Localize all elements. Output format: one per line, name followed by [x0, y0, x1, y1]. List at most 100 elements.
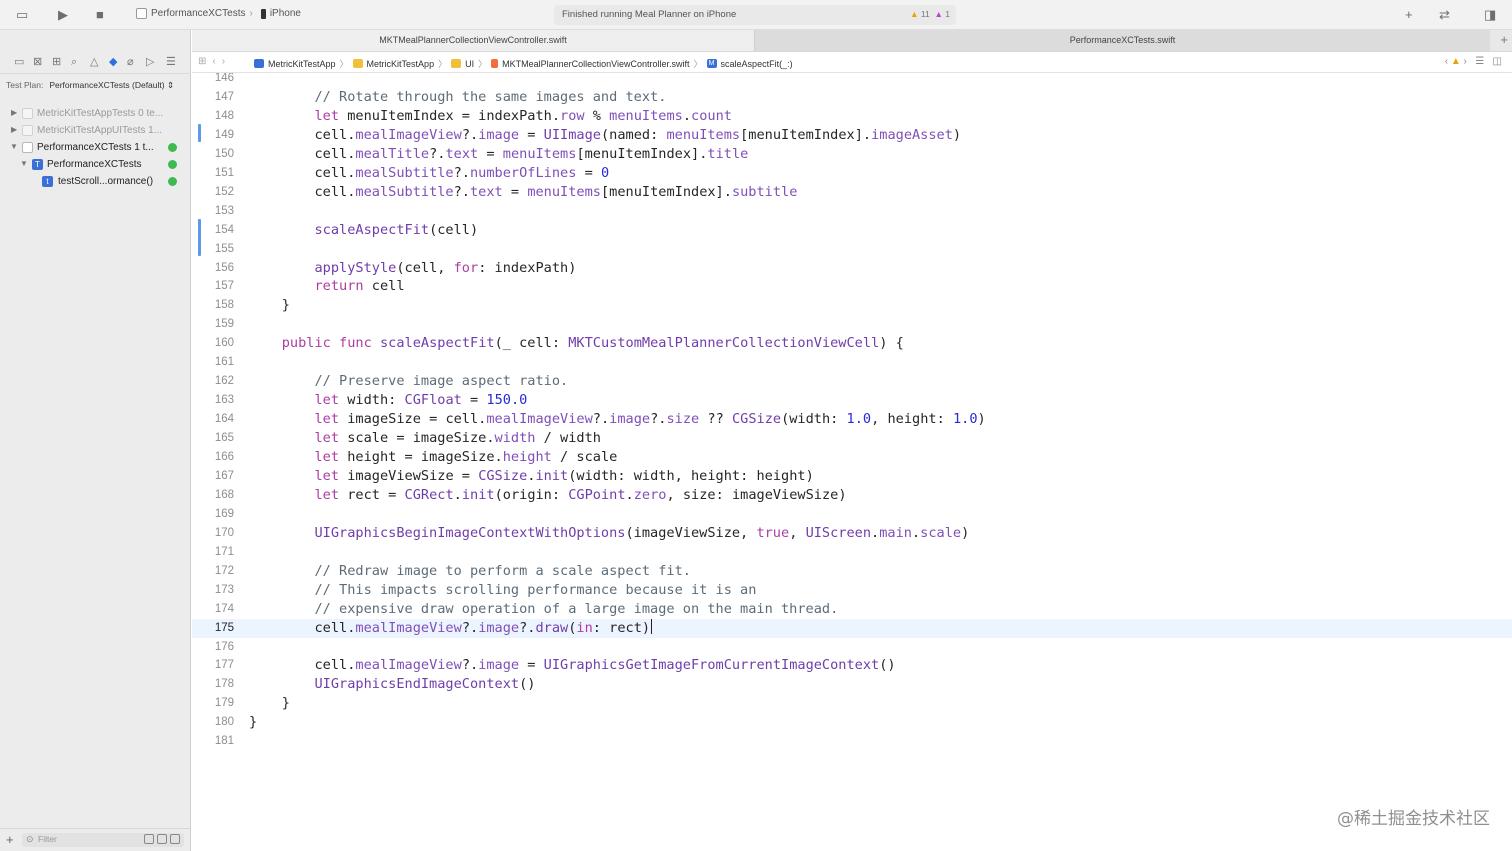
- line-number[interactable]: 155: [192, 240, 234, 259]
- line-number[interactable]: 168: [192, 486, 234, 505]
- breadcrumb-project[interactable]: MetricKitTestApp 〉: [254, 57, 353, 70]
- next-issue-icon[interactable]: ›: [1464, 56, 1467, 67]
- line-number[interactable]: 177: [192, 656, 234, 675]
- inspector-toggle-icon[interactable]: ◨: [1484, 7, 1496, 23]
- code-line[interactable]: 169: [192, 505, 1512, 524]
- line-number[interactable]: 169: [192, 505, 234, 524]
- line-number[interactable]: 153: [192, 202, 234, 221]
- code-line[interactable]: 147 // Rotate through the same images an…: [192, 88, 1512, 107]
- line-number[interactable]: 157: [192, 277, 234, 296]
- code-line[interactable]: 180}: [192, 713, 1512, 732]
- chevron-right-icon[interactable]: ▶: [11, 108, 17, 117]
- breadcrumb-group[interactable]: MetricKitTestApp 〉: [352, 57, 452, 70]
- code-line[interactable]: 181: [192, 732, 1512, 751]
- code-text[interactable]: cell.mealSubtitle?.text = menuItems[menu…: [249, 183, 797, 202]
- find-icon[interactable]: ⌕: [71, 56, 77, 68]
- line-number[interactable]: 159: [192, 315, 234, 334]
- test-plan-selector[interactable]: Test Plan: PerformanceXCTests (Default) ⇕: [6, 80, 174, 91]
- code-line[interactable]: 177 cell.mealImageView?.image = UIGraphi…: [192, 656, 1512, 675]
- source-control-icon[interactable]: ⊠: [33, 56, 42, 68]
- code-line[interactable]: 163 let width: CGFloat = 150.0: [192, 391, 1512, 410]
- line-number[interactable]: 173: [192, 581, 234, 600]
- line-number[interactable]: 154: [192, 221, 234, 240]
- line-number[interactable]: 151: [192, 164, 234, 183]
- line-number[interactable]: 171: [192, 543, 234, 562]
- chevron-down-icon[interactable]: ▼: [20, 159, 28, 168]
- line-number[interactable]: 150: [192, 145, 234, 164]
- code-line[interactable]: 149 cell.mealImageView?.image = UIImage(…: [192, 126, 1512, 145]
- source-editor[interactable]: I 146147 // Rotate through the same imag…: [192, 73, 1512, 851]
- add-editor-icon[interactable]: ◫: [1493, 56, 1502, 67]
- code-text[interactable]: cell.mealSubtitle?.numberOfLines = 0: [249, 164, 609, 183]
- code-text[interactable]: let imageViewSize = CGSize.init(width: w…: [249, 467, 813, 486]
- run-button-icon[interactable]: ▶: [58, 7, 68, 23]
- line-number[interactable]: 161: [192, 353, 234, 372]
- report-icon[interactable]: ☰: [166, 56, 176, 68]
- tab-mkt-controller[interactable]: MKTMealPlannerCollectionViewController.s…: [192, 30, 755, 51]
- code-text[interactable]: // This impacts scrolling performance be…: [249, 581, 756, 600]
- line-number[interactable]: 178: [192, 675, 234, 694]
- code-line[interactable]: 174 // expensive draw operation of a lar…: [192, 600, 1512, 619]
- scheme-selector[interactable]: PerformanceXCTests › iPhone: [136, 8, 301, 19]
- code-text[interactable]: }: [249, 296, 290, 315]
- debug-icon[interactable]: ⌀: [127, 56, 134, 68]
- code-text[interactable]: let rect = CGRect.init(origin: CGPoint.z…: [249, 486, 846, 505]
- line-number[interactable]: 146: [192, 73, 234, 88]
- code-text[interactable]: }: [249, 713, 257, 732]
- code-text[interactable]: cell.mealTitle?.text = menuItems[menuIte…: [249, 145, 748, 164]
- line-number[interactable]: 147: [192, 88, 234, 107]
- symbol-icon[interactable]: ⊞: [52, 56, 61, 68]
- related-items-icon[interactable]: ⊞: [198, 56, 212, 67]
- code-line[interactable]: 148 let menuItemIndex = indexPath.row % …: [192, 107, 1512, 126]
- code-line[interactable]: 165 let scale = imageSize.width / width: [192, 429, 1512, 448]
- code-line[interactable]: 160 public func scaleAspectFit(_ cell: M…: [192, 334, 1512, 353]
- code-line[interactable]: 172 // Redraw image to perform a scale a…: [192, 562, 1512, 581]
- code-text[interactable]: return cell: [249, 277, 404, 296]
- filter-toggle-icon[interactable]: [157, 834, 167, 844]
- code-text[interactable]: // Redraw image to perform a scale aspec…: [249, 562, 690, 581]
- tab-performance-tests[interactable]: PerformanceXCTests.swift: [755, 30, 1490, 51]
- breadcrumb-file[interactable]: MKTMealPlannerCollectionViewController.s…: [491, 57, 706, 70]
- filter-toggle-icon[interactable]: [144, 834, 154, 844]
- code-line[interactable]: 158 }: [192, 296, 1512, 315]
- code-line[interactable]: 171: [192, 543, 1512, 562]
- folder-icon[interactable]: ▭: [14, 56, 24, 68]
- warning-icon[interactable]: ▲: [1451, 56, 1461, 67]
- test-target-row[interactable]: ▶ MetricKitTestAppTests 0 te...: [0, 105, 191, 122]
- code-line[interactable]: 176: [192, 638, 1512, 657]
- line-number[interactable]: 167: [192, 467, 234, 486]
- line-number[interactable]: 163: [192, 391, 234, 410]
- code-text[interactable]: // Rotate through the same images and te…: [249, 88, 666, 107]
- test-navigator-icon[interactable]: ◆: [109, 56, 117, 68]
- code-text[interactable]: public func scaleAspectFit(_ cell: MKTCu…: [249, 334, 904, 353]
- back-icon[interactable]: ‹: [212, 56, 221, 67]
- line-number[interactable]: 180: [192, 713, 234, 732]
- code-text[interactable]: // Preserve image aspect ratio.: [249, 372, 568, 391]
- code-line[interactable]: 170 UIGraphicsBeginImageContextWithOptio…: [192, 524, 1512, 543]
- code-text[interactable]: applyStyle(cell, for: indexPath): [249, 259, 576, 278]
- add-tab-icon[interactable]: +: [1500, 33, 1508, 47]
- line-number[interactable]: 170: [192, 524, 234, 543]
- issue-counts[interactable]: ▲ 11 ▲ 1: [910, 9, 950, 19]
- code-line[interactable]: 166 let height = imageSize.height / scal…: [192, 448, 1512, 467]
- line-number[interactable]: 164: [192, 410, 234, 429]
- code-text[interactable]: UIGraphicsBeginImageContextWithOptions(i…: [249, 524, 969, 543]
- chevron-down-icon[interactable]: ▼: [10, 142, 18, 151]
- stop-button-icon[interactable]: ■: [96, 7, 104, 23]
- breadcrumb-folder[interactable]: UI 〉: [451, 57, 491, 70]
- forward-icon[interactable]: ›: [222, 56, 231, 67]
- code-line[interactable]: 159: [192, 315, 1512, 334]
- code-text[interactable]: cell.mealImageView?.image?.draw(in: rect…: [249, 618, 653, 638]
- sidebar-toggle-icon[interactable]: ▭: [16, 7, 28, 23]
- line-number[interactable]: 174: [192, 600, 234, 619]
- previous-issue-icon[interactable]: ‹: [1445, 56, 1448, 67]
- code-line[interactable]: 164 let imageSize = cell.mealImageView?.…: [192, 410, 1512, 429]
- issue-navigator-icon[interactable]: △: [90, 56, 98, 68]
- line-number[interactable]: 175: [192, 619, 234, 638]
- line-number[interactable]: 166: [192, 448, 234, 467]
- code-text[interactable]: UIGraphicsEndImageContext(): [249, 675, 535, 694]
- line-number[interactable]: 158: [192, 296, 234, 315]
- code-line[interactable]: 178 UIGraphicsEndImageContext(): [192, 675, 1512, 694]
- code-line[interactable]: 152 cell.mealSubtitle?.text = menuItems[…: [192, 183, 1512, 202]
- code-line[interactable]: 173 // This impacts scrolling performanc…: [192, 581, 1512, 600]
